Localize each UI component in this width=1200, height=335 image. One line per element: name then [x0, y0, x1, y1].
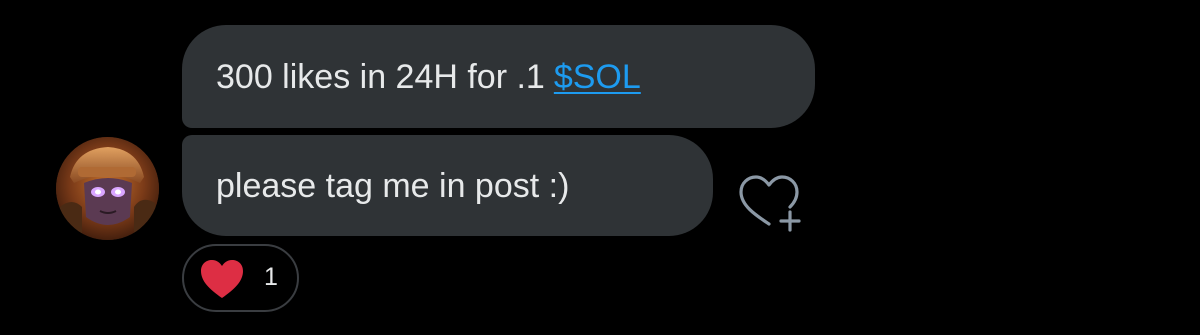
- reaction-pill[interactable]: 1: [182, 244, 299, 312]
- avatar-image: [56, 137, 159, 240]
- cashtag-link[interactable]: $SOL: [554, 60, 641, 94]
- dm-conversation: 300 likes in 24H for .1 $SOL please tag …: [0, 0, 1200, 335]
- heart-plus-icon: [739, 175, 801, 232]
- reaction-count: 1: [264, 263, 278, 291]
- add-reaction-button[interactable]: [735, 172, 805, 236]
- avatar[interactable]: [56, 137, 159, 240]
- message-text: please tag me in post :): [216, 166, 570, 205]
- message-text: 300 likes in 24H for .1: [216, 57, 545, 96]
- red-heart-icon: [201, 260, 243, 298]
- message-bubble[interactable]: 300 likes in 24H for .1 $SOL: [182, 25, 815, 128]
- message-bubble[interactable]: please tag me in post :): [182, 135, 713, 236]
